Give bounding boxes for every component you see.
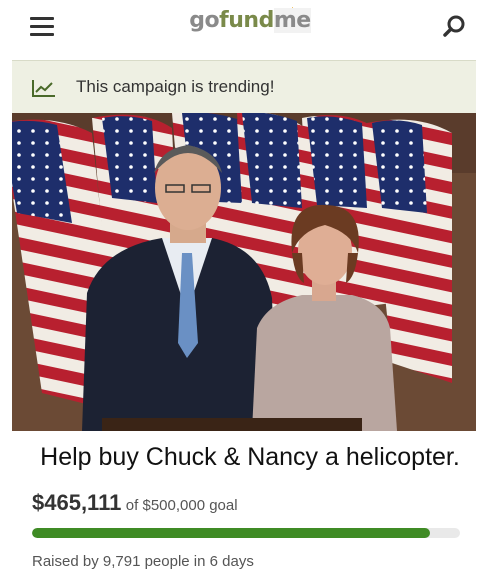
page-frame: ⁂ gofundme This campaign is trending! bbox=[0, 0, 500, 588]
raised-amount: $465,111 bbox=[32, 490, 122, 515]
supporters-summary: Raised by 9,791 people in 6 days bbox=[32, 553, 254, 570]
campaign-title: Help buy Chuck & Nancy a helicopter. bbox=[0, 432, 500, 482]
trend-chart-icon bbox=[32, 80, 55, 97]
top-nav: ⁂ gofundme bbox=[12, 0, 488, 58]
trending-banner: This campaign is trending! bbox=[12, 60, 476, 114]
gofundme-logo[interactable]: gofundme bbox=[12, 8, 488, 33]
funding-progress-fill bbox=[32, 528, 431, 538]
trending-text: This campaign is trending! bbox=[76, 77, 275, 96]
search-icon[interactable] bbox=[440, 12, 470, 42]
funding-progress-bar bbox=[32, 528, 460, 538]
funding-amount-row: $465,111 of $500,000 goal bbox=[32, 490, 238, 516]
campaign-photo[interactable] bbox=[12, 113, 476, 431]
goal-text: of $500,000 goal bbox=[125, 497, 238, 514]
campaign-photo-illustration bbox=[12, 113, 476, 431]
